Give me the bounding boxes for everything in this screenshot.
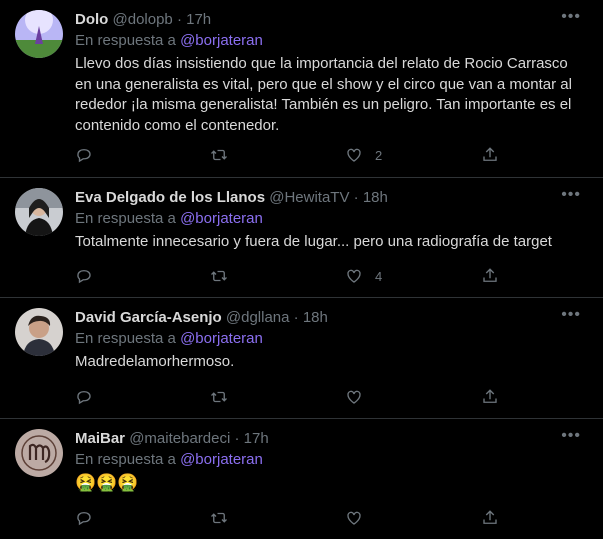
tweet-header: David García-Asenjo @dgllana · 18h xyxy=(75,309,328,326)
like-icon xyxy=(347,269,361,283)
share-icon xyxy=(483,389,497,403)
tweet-david[interactable]: David García-Asenjo @dgllana · 18h ••• E… xyxy=(0,298,603,419)
avatar[interactable] xyxy=(15,188,63,236)
author-handle[interactable]: @dgllana xyxy=(226,309,290,326)
reply-mention[interactable]: @borjateran xyxy=(180,330,263,347)
tweet-text: Madredelamorhermoso. xyxy=(75,353,235,370)
avatar[interactable] xyxy=(15,10,63,58)
separator-dot: · xyxy=(353,189,359,206)
reply-icon xyxy=(77,270,91,284)
tweet-text: Totalmente innecesario y fuera de lugar.… xyxy=(75,233,552,250)
like-icon xyxy=(347,511,361,525)
reply-prefix: En respuesta a xyxy=(75,210,176,227)
reply-button[interactable] xyxy=(75,387,93,407)
share-button[interactable] xyxy=(481,266,499,286)
author-handle[interactable]: @maitebardeci xyxy=(129,430,230,447)
share-button[interactable] xyxy=(481,387,499,407)
author-name[interactable]: David García-Asenjo xyxy=(75,309,222,326)
author-handle[interactable]: @HewitaTV xyxy=(269,189,349,206)
share-button[interactable] xyxy=(481,508,499,528)
separator-dot: · xyxy=(176,11,182,28)
retweet-button[interactable] xyxy=(210,387,240,407)
tweet-maibar[interactable]: MaiBar @maitebardeci · 17h ••• En respue… xyxy=(0,419,603,539)
retweet-icon xyxy=(211,270,227,282)
reply-mention[interactable]: @borjateran xyxy=(180,451,263,468)
reply-context: En respuesta a @borjateran xyxy=(75,32,263,49)
author-handle[interactable]: @dolopb xyxy=(113,11,173,28)
share-button[interactable] xyxy=(481,145,499,165)
reply-prefix: En respuesta a xyxy=(75,451,176,468)
reply-mention[interactable]: @borjateran xyxy=(180,210,263,227)
reply-prefix: En respuesta a xyxy=(75,32,176,49)
reply-context: En respuesta a @borjateran xyxy=(75,210,263,227)
like-button[interactable]: 4 xyxy=(345,266,382,286)
tweet-header: Dolo @dolopb · 17h xyxy=(75,11,211,28)
avatar[interactable] xyxy=(15,308,63,356)
author-name[interactable]: Dolo xyxy=(75,11,108,28)
like-button[interactable] xyxy=(345,387,375,407)
timestamp[interactable]: 17h xyxy=(186,11,211,28)
retweet-button[interactable] xyxy=(210,145,240,165)
tweet-actions: 2 xyxy=(75,145,515,165)
retweet-icon xyxy=(211,512,227,524)
tweet-eva[interactable]: Eva Delgado de los Llanos @HewitaTV · 18… xyxy=(0,178,603,298)
author-name[interactable]: MaiBar xyxy=(75,430,125,447)
reply-icon xyxy=(77,149,91,163)
tweet-dolo[interactable]: Dolo @dolopb · 17h ••• En respuesta a @b… xyxy=(0,0,603,178)
retweet-button[interactable] xyxy=(210,266,240,286)
reply-icon xyxy=(77,512,91,526)
share-icon xyxy=(483,147,497,161)
timestamp[interactable]: 17h xyxy=(244,430,269,447)
like-icon xyxy=(347,390,361,404)
separator-dot: · xyxy=(293,309,299,326)
tweet-text: Llevo dos días insistiendo que la import… xyxy=(75,55,572,134)
reply-context: En respuesta a @borjateran xyxy=(75,330,263,347)
author-name[interactable]: Eva Delgado de los Llanos xyxy=(75,189,265,206)
tweet-header: Eva Delgado de los Llanos @HewitaTV · 18… xyxy=(75,189,388,206)
more-icon[interactable]: ••• xyxy=(561,187,581,203)
reply-button[interactable] xyxy=(75,145,93,165)
like-count: 2 xyxy=(375,147,383,163)
reply-context: En respuesta a @borjateran xyxy=(75,451,263,468)
more-icon[interactable]: ••• xyxy=(561,428,581,444)
more-icon[interactable]: ••• xyxy=(561,9,581,25)
like-button[interactable] xyxy=(345,508,375,528)
reply-icon xyxy=(77,391,91,405)
like-count: 4 xyxy=(375,268,383,284)
avatar[interactable] xyxy=(15,429,63,477)
reply-button[interactable] xyxy=(75,508,93,528)
tweet-actions: 4 xyxy=(75,266,515,286)
tweet-actions xyxy=(75,508,515,528)
retweet-button[interactable] xyxy=(210,508,240,528)
more-icon[interactable]: ••• xyxy=(561,307,581,323)
retweet-icon xyxy=(211,149,227,161)
like-button[interactable]: 2 xyxy=(345,145,382,165)
share-icon xyxy=(483,510,497,524)
separator-dot: · xyxy=(234,430,240,447)
reply-prefix: En respuesta a xyxy=(75,330,176,347)
tweet-text: 🤮🤮🤮 xyxy=(75,473,139,492)
tweet-actions xyxy=(75,387,515,407)
like-icon xyxy=(347,148,361,162)
timestamp[interactable]: 18h xyxy=(363,189,388,206)
reply-button[interactable] xyxy=(75,266,93,286)
retweet-icon xyxy=(211,391,227,403)
timestamp[interactable]: 18h xyxy=(303,309,328,326)
share-icon xyxy=(483,268,497,282)
reply-mention[interactable]: @borjateran xyxy=(180,32,263,49)
tweet-header: MaiBar @maitebardeci · 17h xyxy=(75,430,269,447)
